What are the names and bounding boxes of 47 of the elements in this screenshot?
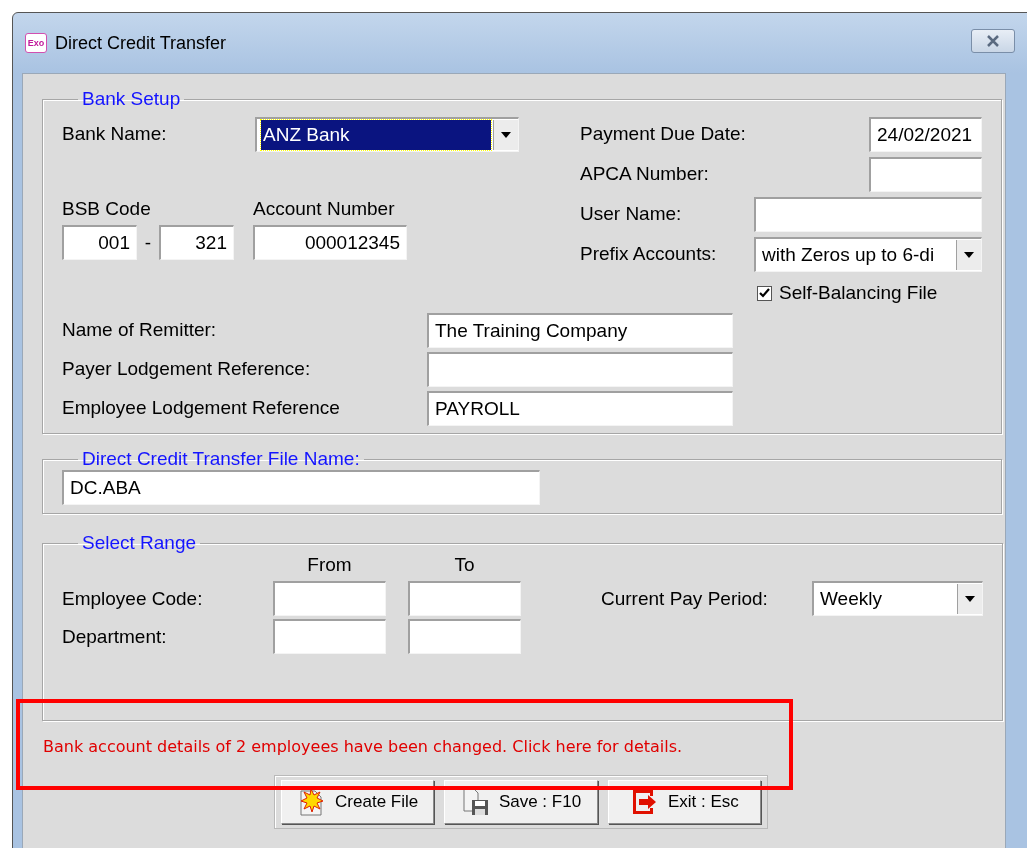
app-icon: Exo <box>25 33 47 53</box>
checkbox-label: Self-Balancing File <box>779 282 938 304</box>
separator-text: - <box>143 231 153 254</box>
field-label: APCA Number: <box>580 163 709 185</box>
pay-period-dropdown[interactable]: Weekly <box>812 581 983 616</box>
field-label: User Name: <box>580 203 682 225</box>
file-name-field[interactable]: DC.ABA <box>62 470 540 505</box>
field-label: Department: <box>62 625 168 648</box>
input-field[interactable] <box>869 156 982 192</box>
field-label: BSB Code <box>62 198 152 220</box>
close-button[interactable] <box>971 29 1015 53</box>
toolbar-button[interactable]: Exit : Esc <box>607 780 761 824</box>
bank-dropdown[interactable]: ANZ Bank <box>255 116 519 152</box>
field-label: Payment Due Date: <box>580 123 746 145</box>
field-label: Employee Lodgement Reference <box>62 397 340 419</box>
input-field[interactable] <box>408 581 521 616</box>
input-field[interactable] <box>408 619 521 654</box>
input-field[interactable] <box>754 196 982 232</box>
window-title: Direct Credit Transfer <box>55 32 227 54</box>
checkbox[interactable] <box>757 285 772 301</box>
bsb-field[interactable]: 321 <box>159 225 234 260</box>
field-label: Employee Code: <box>62 587 204 610</box>
column-header: From <box>306 554 353 577</box>
toolbar-button[interactable]: Create File <box>281 780 435 824</box>
field-label: Payer Lodgement Reference: <box>62 358 311 380</box>
date-field[interactable]: 24/02/2021 <box>869 116 982 152</box>
field-label: Account Number <box>253 198 395 220</box>
save-icon <box>460 787 491 817</box>
toolbar-button[interactable]: Save : F10 <box>444 780 598 824</box>
account-field[interactable]: 000012345 <box>253 225 407 260</box>
dropdown[interactable]: with Zeros up to 6-di <box>754 236 982 272</box>
bsb-field[interactable]: 001 <box>62 225 137 260</box>
input-field[interactable]: PAYROLL <box>427 390 733 426</box>
column-header: To <box>453 554 476 577</box>
group-title: Direct Credit Transfer File Name: <box>81 448 361 470</box>
input-field[interactable] <box>273 619 386 654</box>
field-label: Name of Remitter: <box>62 319 217 341</box>
field-label: Bank Name: <box>62 123 168 145</box>
field-label: Current Pay Period: <box>601 587 769 610</box>
details-link[interactable]: Bank account details of 2 employees have been changed. Click here for details. <box>43 737 683 756</box>
input-field[interactable] <box>273 581 386 616</box>
field-label: Prefix Accounts: <box>580 243 717 265</box>
group-title: Bank Setup <box>81 88 182 110</box>
close-icon <box>985 35 1001 47</box>
input-field[interactable]: The Training Company <box>427 312 733 348</box>
input-field[interactable] <box>427 351 733 387</box>
group-title: Select Range <box>81 532 198 554</box>
